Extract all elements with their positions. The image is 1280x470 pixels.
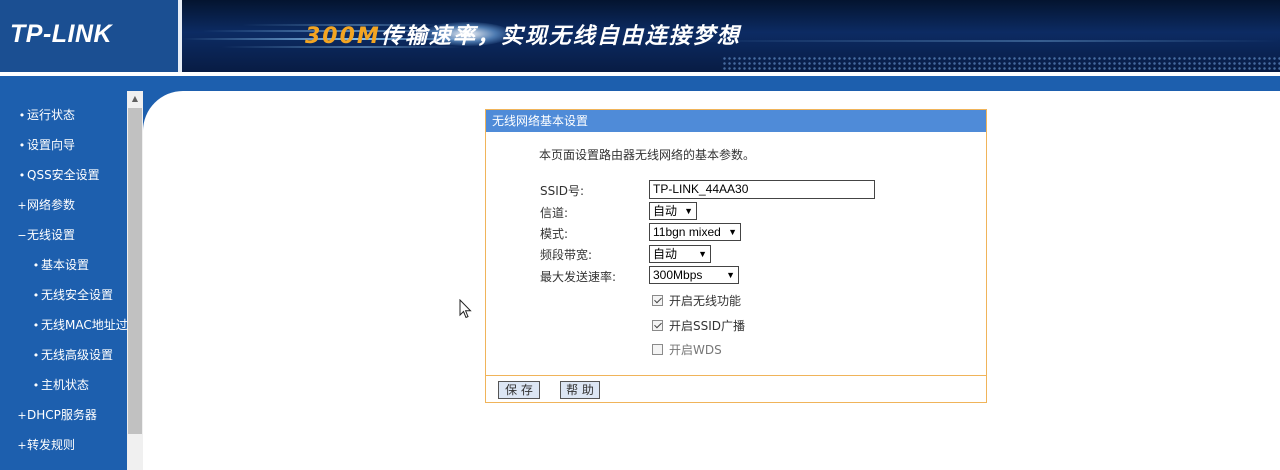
dropdown-arrow-icon: ▼ [728, 227, 737, 237]
bullet-icon: • [32, 289, 40, 302]
enable-ssid-broadcast-label: 开启SSID广播 [669, 319, 746, 333]
sidebar-item-label: 无线MAC地址过滤 [41, 318, 127, 332]
panel-title: 无线网络基本设置 [486, 110, 986, 132]
banner-slogan: 300M传输速率，实现无线自由连接梦想 [305, 18, 741, 50]
bullet-icon: • [18, 169, 26, 182]
dropdown-arrow-icon: ▼ [684, 206, 693, 216]
sidebar-scrollbar[interactable]: ▲ [127, 91, 143, 470]
sidebar-item-label: 主机状态 [41, 378, 90, 392]
slogan-text: 传输速率，实现无线自由连接梦想 [380, 24, 741, 49]
ssid-input[interactable]: TP-LINK_44AA30 [649, 180, 875, 199]
mode-select[interactable]: 11bgn mixed ▼ [649, 223, 741, 241]
dropdown-arrow-icon: ▼ [726, 270, 735, 280]
channel-select[interactable]: 自动 ▼ [649, 202, 697, 220]
max-rate-value: 300Mbps [653, 268, 703, 282]
header-banner: TP-LINK 300M传输速率，实现无线自由连接梦想 [0, 0, 1280, 72]
sidebar-item-dhcp[interactable]: +DHCP服务器 [0, 400, 127, 430]
sidebar-item-label: 转发规则 [27, 438, 76, 452]
header-blue-bar [0, 76, 1280, 91]
scroll-thumb[interactable] [128, 108, 142, 434]
sidebar-item-mac-filter[interactable]: •无线MAC地址过滤 [0, 310, 127, 340]
sidebar-item-label: DHCP服务器 [27, 408, 97, 422]
expand-icon: + [17, 409, 27, 422]
sidebar-item-label: 基本设置 [41, 258, 90, 272]
mode-value: 11bgn mixed [653, 225, 721, 239]
mode-label: 模式: [540, 227, 569, 241]
channel-label: 信道: [540, 206, 569, 220]
sidebar-item-label: QSS安全设置 [27, 168, 100, 182]
sidebar-item-network[interactable]: +网络参数 [0, 190, 127, 220]
sidebar-item-host-status[interactable]: • 主机状态 [0, 370, 127, 400]
sidebar-item-label: 无线高级设置 [41, 348, 114, 362]
max-rate-select[interactable]: 300Mbps ▼ [649, 266, 739, 284]
ssid-label: SSID号: [540, 184, 585, 198]
sidebar-item-forwarding[interactable]: +转发规则 [0, 430, 127, 460]
sidebar-item-label: 无线设置 [27, 228, 76, 242]
enable-wds-row: 开启WDS [652, 341, 722, 358]
help-button[interactable]: 帮 助 [560, 381, 600, 399]
channel-value: 自动 [653, 204, 678, 218]
bandwidth-label: 频段带宽: [540, 248, 593, 262]
sidebar-item-basic-settings[interactable]: • 基本设置 [0, 250, 127, 280]
enable-wds-label: 开启WDS [669, 343, 722, 357]
sidebar-item-label: 运行状态 [27, 108, 76, 122]
scroll-up-arrow-icon[interactable]: ▲ [127, 91, 143, 107]
bullet-icon: • [18, 109, 26, 122]
save-button[interactable]: 保 存 [498, 381, 540, 399]
enable-wds-checkbox[interactable] [652, 344, 663, 355]
slogan-highlight: 300M [305, 24, 381, 49]
sidebar-menu: • 运行状态 • 设置向导 • QSS安全设置 +网络参数 −无线设置 • 基本设置 •… [0, 91, 127, 470]
wireless-basic-settings-panel: 无线网络基本设置 本页面设置路由器无线网络的基本参数。 SSID号: TP-LI… [485, 109, 987, 403]
max-rate-label: 最大发送速率: [540, 270, 617, 284]
sidebar-item-label: 设置向导 [27, 138, 76, 152]
sidebar-item-setup-wizard[interactable]: • 设置向导 [0, 130, 127, 160]
expand-icon: + [17, 439, 27, 452]
sidebar-item-wireless-security[interactable]: • 无线安全设置 [0, 280, 127, 310]
sidebar-item-wireless[interactable]: −无线设置 [0, 220, 127, 250]
bullet-icon: • [32, 319, 40, 332]
enable-ssid-broadcast-row: 开启SSID广播 [652, 317, 745, 334]
dropdown-arrow-icon: ▼ [698, 249, 707, 259]
enable-wireless-label: 开启无线功能 [669, 294, 742, 308]
enable-wireless-row: 开启无线功能 [652, 292, 741, 309]
sidebar-item-run-status[interactable]: • 运行状态 [0, 100, 127, 130]
bullet-icon: • [18, 139, 26, 152]
bullet-icon: • [32, 259, 40, 272]
sidebar-item-label: 网络参数 [27, 198, 76, 212]
bullet-icon: • [32, 379, 40, 392]
collapse-icon: − [17, 229, 27, 242]
tp-link-logo: TP-LINK [10, 20, 113, 48]
enable-wireless-checkbox[interactable] [652, 295, 663, 306]
bandwidth-select[interactable]: 自动 ▼ [649, 245, 711, 263]
bandwidth-value: 自动 [653, 247, 678, 261]
panel-description: 本页面设置路由器无线网络的基本参数。 [539, 148, 756, 162]
sidebar-item-qss[interactable]: • QSS安全设置 [0, 160, 127, 190]
panel-footer: 保 存 帮 助 [486, 375, 986, 403]
expand-icon: + [17, 199, 27, 212]
logo-area: TP-LINK [0, 0, 178, 72]
sidebar-item-label: 无线安全设置 [41, 288, 114, 302]
bullet-icon: • [32, 349, 40, 362]
enable-ssid-broadcast-checkbox[interactable] [652, 320, 663, 331]
mouse-cursor-icon [459, 299, 472, 319]
sidebar-item-wireless-advanced[interactable]: • 无线高级设置 [0, 340, 127, 370]
